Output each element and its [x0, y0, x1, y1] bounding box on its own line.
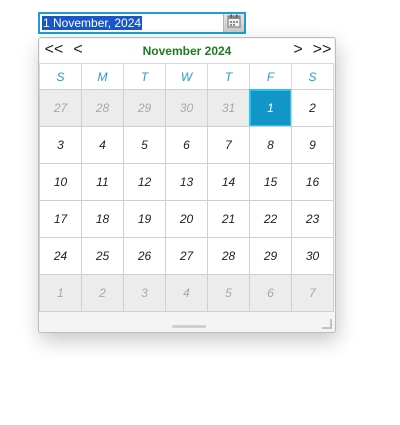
day-cell-other-month[interactable]: 1 — [39, 274, 82, 312]
day-cell[interactable]: 23 — [291, 200, 334, 238]
day-cell[interactable]: 29 — [249, 237, 292, 275]
day-cell-other-month[interactable]: 31 — [207, 89, 250, 127]
day-cell[interactable]: 8 — [249, 126, 292, 164]
weekday-header: T — [123, 63, 166, 90]
weekday-header: M — [81, 63, 124, 90]
day-cell[interactable]: 14 — [207, 163, 250, 201]
resize-handle[interactable] — [322, 319, 332, 329]
weekday-header: S — [39, 63, 82, 90]
prev-month-button[interactable]: < — [68, 41, 88, 61]
day-cell-other-month[interactable]: 3 — [123, 274, 166, 312]
weekday-header: T — [207, 63, 250, 90]
next-month-button[interactable]: > — [288, 41, 308, 61]
day-cell-other-month[interactable]: 2 — [81, 274, 124, 312]
day-cell[interactable]: 7 — [207, 126, 250, 164]
day-cell[interactable]: 21 — [207, 200, 250, 238]
weekday-header: W — [165, 63, 208, 90]
day-cell[interactable]: 19 — [123, 200, 166, 238]
calendar-header: << < November 2024 > >> — [40, 39, 334, 64]
day-cell-other-month[interactable]: 7 — [291, 274, 334, 312]
day-cell[interactable]: 20 — [165, 200, 208, 238]
prev-year-button[interactable]: << — [44, 41, 64, 61]
day-cell-other-month[interactable]: 6 — [249, 274, 292, 312]
day-cell[interactable]: 30 — [291, 237, 334, 275]
day-cell-other-month[interactable]: 29 — [123, 89, 166, 127]
date-input-value[interactable]: 1 November, 2024 — [42, 16, 143, 30]
day-cell-other-month[interactable]: 5 — [207, 274, 250, 312]
day-cell[interactable]: 18 — [81, 200, 124, 238]
day-cell[interactable]: 12 — [123, 163, 166, 201]
day-cell[interactable]: 16 — [291, 163, 334, 201]
day-cell[interactable]: 22 — [249, 200, 292, 238]
day-cell-other-month[interactable]: 30 — [165, 89, 208, 127]
month-title[interactable]: November 2024 — [100, 44, 274, 58]
day-cell[interactable]: 28 — [207, 237, 250, 275]
day-cell[interactable]: 26 — [123, 237, 166, 275]
calendar-toggle-button[interactable] — [223, 14, 244, 32]
day-cell[interactable]: 3 — [39, 126, 82, 164]
day-cell[interactable]: 10 — [39, 163, 82, 201]
day-cell-other-month[interactable]: 28 — [81, 89, 124, 127]
weekday-header: S — [291, 63, 334, 90]
day-cell[interactable]: 13 — [165, 163, 208, 201]
day-cell-selected[interactable]: 1 — [249, 89, 292, 127]
calendar-icon — [227, 14, 241, 33]
calendar-popup: << < November 2024 > >> S M T W T F S 27 28 29 30 3… — [38, 37, 336, 333]
weekday-header: F — [249, 63, 292, 90]
day-cell[interactable]: 17 — [39, 200, 82, 238]
day-cell-other-month[interactable]: 27 — [39, 89, 82, 127]
day-cell[interactable]: 24 — [39, 237, 82, 275]
day-cell[interactable]: 15 — [249, 163, 292, 201]
day-cell[interactable]: 11 — [81, 163, 124, 201]
day-cell[interactable]: 9 — [291, 126, 334, 164]
day-cell-other-month[interactable]: 4 — [165, 274, 208, 312]
calendar-footer — [40, 317, 334, 331]
drag-grip[interactable] — [172, 325, 206, 328]
day-cell[interactable]: 2 — [291, 89, 334, 127]
day-cell[interactable]: 25 — [81, 237, 124, 275]
next-year-button[interactable]: >> — [312, 41, 332, 61]
day-cell[interactable]: 4 — [81, 126, 124, 164]
day-cell[interactable]: 27 — [165, 237, 208, 275]
date-input-field[interactable]: 1 November, 2024 — [38, 12, 246, 34]
calendar-grid: S M T W T F S 27 28 29 30 31 1 2 3 4 5 6 7 8 9 10 11 12 13 14 15 16… — [39, 63, 334, 312]
day-cell[interactable]: 5 — [123, 126, 166, 164]
day-cell[interactable]: 6 — [165, 126, 208, 164]
